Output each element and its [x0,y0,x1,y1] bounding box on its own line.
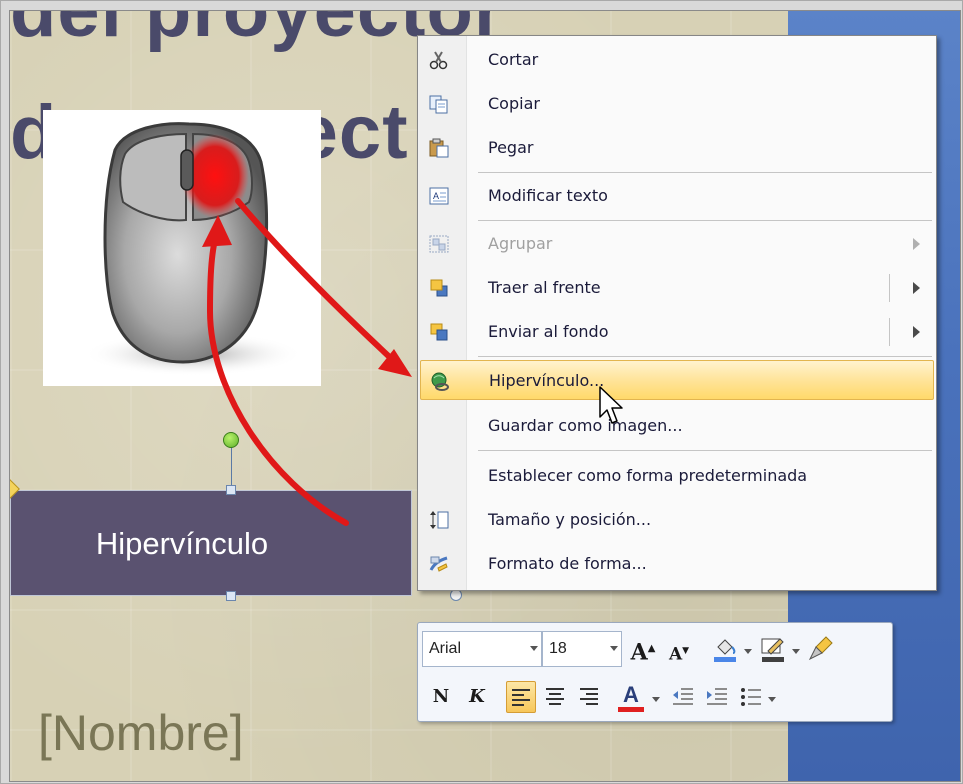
font-size-value: 18 [549,640,567,657]
menu-item-size-position[interactable]: Tamaño y posición... [420,500,934,540]
fill-color-button[interactable] [710,633,740,665]
split-divider [889,274,890,302]
name-placeholder[interactable]: [Nombre] [38,704,244,762]
menu-separator [478,450,932,451]
menu-item-label: Hipervínculo... [489,371,605,390]
font-color-button[interactable]: A [616,679,646,712]
resize-handle-bottom[interactable] [226,591,236,601]
font-name-value: Arial [429,640,462,657]
menu-item-edit-text[interactable]: A Modificar texto [420,176,934,216]
hyperlink-shape[interactable]: Hipervínculo [10,490,412,596]
screenshot-frame: del proyector do proyect [0,0,963,784]
menu-item-hyperlink[interactable]: Hipervínculo... [420,360,934,400]
shrink-font-glyph: A [668,644,683,665]
menu-separator [478,172,932,173]
menu-item-label: Modificar texto [488,186,608,205]
menu-item-save-as-image[interactable]: Guardar como imagen... [420,406,934,446]
font-size-combo[interactable]: 18 [542,631,622,667]
menu-item-label: Formato de forma... [488,554,647,573]
copy-icon [429,95,448,114]
italic-button[interactable]: K [462,681,492,713]
resize-handle-top[interactable] [226,485,236,495]
menu-item-send-to-back[interactable]: Enviar al fondo [420,312,934,352]
scissors-icon [429,51,448,70]
align-right-button[interactable] [574,681,604,713]
align-right-icon [580,688,598,705]
rotation-handle[interactable] [223,432,239,448]
bullet-list-icon [741,688,761,706]
hyperlink-icon [431,372,449,391]
menu-separator [478,356,932,357]
size-position-icon [430,511,449,529]
align-left-button[interactable] [506,681,536,713]
font-color-swatch [618,707,644,712]
pen-line-icon [761,638,784,662]
menu-item-label: Traer al frente [488,278,601,297]
bring-front-icon [430,279,448,297]
mini-toolbar: Arial 18 A▲ A▼ N K A [417,622,893,722]
menu-item-set-default-shape[interactable]: Establecer como forma predeterminada [420,456,934,496]
shape-label[interactable]: Hipervínculo [11,491,353,597]
align-left-icon [512,689,530,706]
increase-indent-button[interactable] [702,681,732,713]
menu-item-cut[interactable]: Cortar [420,40,934,80]
svg-text:A: A [433,191,439,201]
shrink-font-button[interactable]: A▼ [664,635,694,667]
menu-item-label: Enviar al fondo [488,322,609,341]
menu-item-format-shape[interactable]: Formato de forma... [420,544,934,584]
increase-indent-icon [707,688,727,705]
format-painter-button[interactable] [806,633,836,665]
submenu-arrow-icon[interactable] [913,326,920,338]
send-back-icon [430,323,448,341]
submenu-arrow-icon [913,238,920,250]
bold-glyph: N [432,686,450,707]
context-menu: Cortar Copiar Pegar A Modificar texto Ag… [417,35,937,591]
menu-item-paste[interactable]: Pegar [420,128,934,168]
mouse-pointer-icon [599,386,623,424]
chevron-down-icon[interactable] [744,649,752,654]
menu-item-bring-to-front[interactable]: Traer al frente [420,268,934,308]
menu-item-copy[interactable]: Copiar [420,84,934,124]
bold-button[interactable]: N [426,681,456,713]
align-center-icon [546,688,564,705]
paint-bucket-icon [714,639,736,662]
chevron-down-icon[interactable] [768,697,776,702]
bullets-button[interactable] [736,681,766,713]
align-center-button[interactable] [540,681,570,713]
italic-glyph: K [469,686,485,707]
menu-item-group[interactable]: Agrupar [420,224,934,264]
menu-item-label: Establecer como forma predeterminada [488,466,808,485]
menu-separator [478,220,932,221]
menu-item-label: Agrupar [488,234,553,253]
decrease-indent-button[interactable] [668,681,698,713]
menu-item-label: Copiar [488,94,540,113]
mouse-icon [83,122,303,376]
grow-font-glyph: A [630,639,648,666]
chevron-down-icon[interactable] [530,646,538,651]
chevron-down-icon[interactable] [652,697,660,702]
edit-text-icon: A [429,187,449,205]
format-shape-icon [429,556,448,572]
grow-font-button[interactable]: A▲ [628,633,658,665]
menu-item-label: Pegar [488,138,534,157]
font-name-combo[interactable]: Arial [422,631,542,667]
split-divider [889,318,890,346]
paste-icon [429,138,449,158]
chevron-down-icon[interactable] [610,646,618,651]
submenu-arrow-icon[interactable] [913,282,920,294]
mouse-image[interactable] [43,110,321,386]
chevron-down-icon[interactable] [792,649,800,654]
group-icon [429,235,449,253]
menu-item-label: Guardar como imagen... [488,416,683,435]
line-color-button[interactable] [758,633,788,665]
font-color-glyph: A [623,682,639,707]
decrease-indent-icon [673,688,693,705]
menu-item-label: Cortar [488,50,539,69]
format-painter-icon [808,636,833,661]
menu-item-label: Tamaño y posición... [488,510,652,529]
